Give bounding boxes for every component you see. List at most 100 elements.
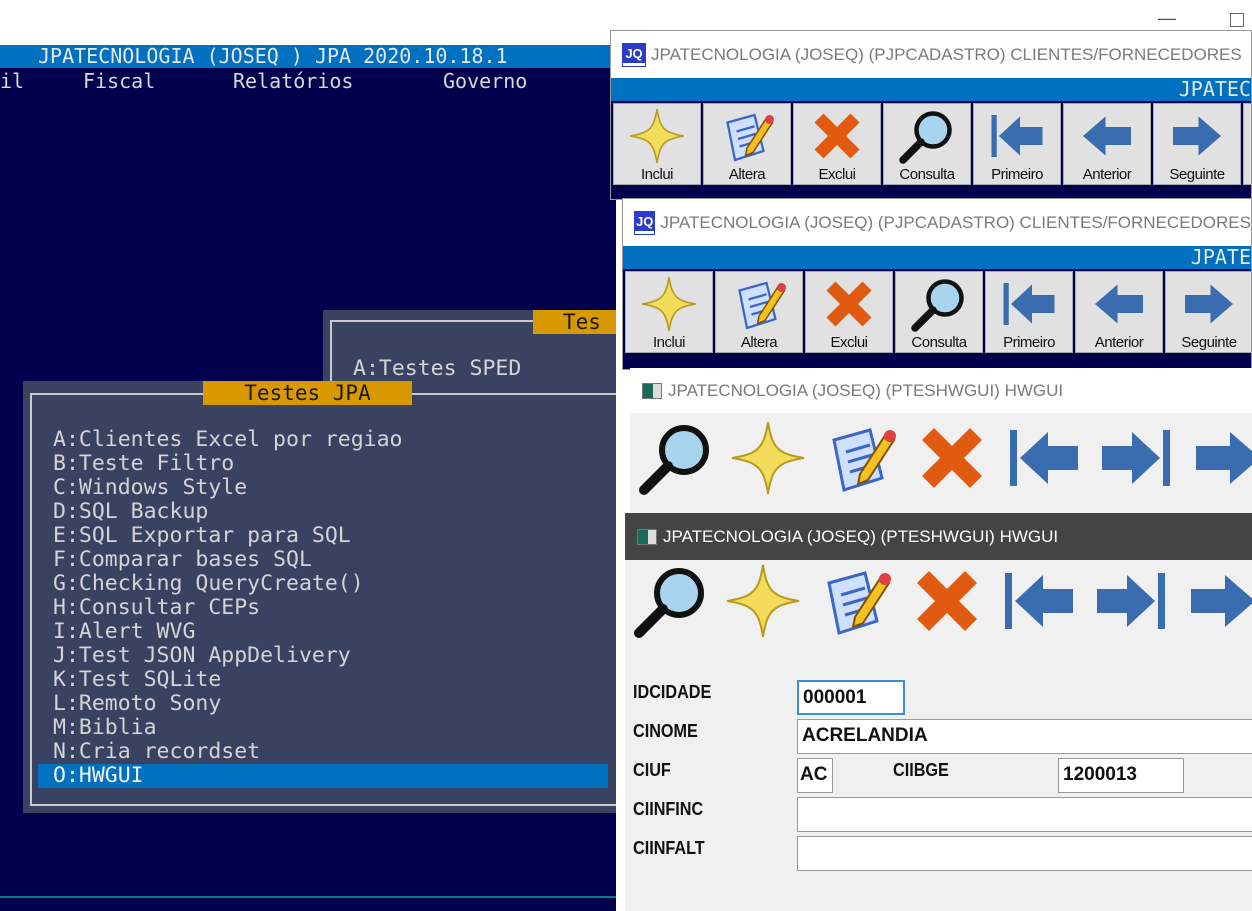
- delete-x-icon: [799, 106, 875, 166]
- menu-option[interactable]: J:Test JSON AppDelivery: [38, 644, 608, 668]
- menu-option[interactable]: B:Teste Filtro: [38, 452, 608, 476]
- arrow-right-icon[interactable]: [1188, 418, 1252, 498]
- app-icon: [642, 382, 662, 399]
- star-icon: [619, 106, 695, 166]
- app-logo-icon: JQ: [633, 210, 656, 235]
- status-divider: [0, 896, 616, 898]
- exclui-button[interactable]: Exclui: [793, 103, 881, 185]
- ciuf-input[interactable]: AC: [797, 758, 833, 793]
- anterior-button[interactable]: Anterior: [1075, 271, 1163, 353]
- button-label: Anterior: [1082, 166, 1132, 183]
- edit-document-icon: [709, 106, 785, 166]
- arrow-left-icon: [1081, 274, 1157, 334]
- menu-option[interactable]: F:Comparar bases SQL: [38, 548, 608, 572]
- arrow-left-icon: [1069, 106, 1145, 166]
- button-label: Seguinte: [1169, 166, 1225, 183]
- menu-item-governo[interactable]: Governo: [443, 68, 527, 94]
- menu-option[interactable]: H:Consultar CEPs: [38, 596, 608, 620]
- seguinte-button[interactable]: Seguinte: [1153, 103, 1241, 185]
- consulta-button[interactable]: Consulta: [895, 271, 983, 353]
- arrow-right-icon[interactable]: [1183, 561, 1252, 641]
- edit-document-icon: [721, 274, 797, 334]
- star-icon: [631, 274, 707, 334]
- last-record-icon[interactable]: [1091, 561, 1171, 641]
- magnifier-icon: [901, 274, 977, 334]
- inclui-button[interactable]: Inclui: [613, 103, 701, 185]
- window-title: JPATECNOLOGIA (JOSEQ) (PJPCADASTRO) CLIE…: [660, 212, 1251, 232]
- dialog-testes-back: Tes A:Testes SPED: [323, 310, 616, 400]
- app-icon: [637, 528, 657, 545]
- desktop-maximize-button[interactable]: [1230, 13, 1244, 27]
- menu-option[interactable]: M:Biblia: [38, 716, 608, 740]
- menu-item-fiscal[interactable]: Fiscal: [83, 68, 155, 94]
- window-banner: JPATE: [623, 246, 1251, 269]
- window-title: JPATECNOLOGIA (JOSEQ) (PTESHWGUI) HWGUI: [668, 380, 1064, 400]
- first-record-icon[interactable]: [999, 561, 1079, 641]
- window-titlebar[interactable]: JPATECNOLOGIA (JOSEQ) (PTESHWGUI) HWGUI: [625, 513, 1252, 560]
- inclui-button[interactable]: Inclui: [625, 271, 713, 353]
- button-label: Primeiro: [1003, 334, 1055, 351]
- menu-option[interactable]: I:Alert WVG: [38, 620, 608, 644]
- idcidade-input[interactable]: 000001: [797, 680, 905, 715]
- edit-document-icon[interactable]: [820, 418, 900, 498]
- menu-option[interactable]: A:Clientes Excel por regiao: [38, 428, 608, 452]
- menu-option[interactable]: C:Windows Style: [38, 476, 608, 500]
- magnifier-icon[interactable]: [636, 418, 716, 498]
- delete-x-icon[interactable]: [912, 418, 992, 498]
- button-label: Inclui: [640, 166, 674, 183]
- ciinfinc-input[interactable]: [797, 797, 1252, 832]
- ciibge-input[interactable]: 1200013: [1058, 758, 1184, 793]
- button-label: Altera: [728, 166, 766, 183]
- first-record-icon[interactable]: [1004, 418, 1084, 498]
- ciuf-label: CIUF: [633, 760, 671, 780]
- window-titlebar[interactable]: JPATECNOLOGIA (JOSEQ) (PTESHWGUI) HWGUI: [630, 368, 1252, 413]
- desktop-minimize-button[interactable]: —: [1158, 8, 1176, 29]
- arrow-right-icon: [1159, 106, 1235, 166]
- window-banner: JPATEC: [611, 78, 1251, 101]
- exclui-button[interactable]: Exclui: [805, 271, 893, 353]
- button-label: Consulta: [899, 166, 955, 183]
- toolbar-button-partial[interactable]: [1243, 103, 1251, 185]
- consulta-button[interactable]: Consulta: [883, 103, 971, 185]
- menu-option[interactable]: D:SQL Backup: [38, 500, 608, 524]
- menu-option[interactable]: E:SQL Exportar para SQL: [38, 524, 608, 548]
- window-title: JPATECNOLOGIA (JOSEQ) (PJPCADASTRO) CLIE…: [651, 44, 1242, 64]
- window-cadastro-1: JQ JPATECNOLOGIA (JOSEQ) (PJPCADASTRO) CL…: [610, 30, 1252, 200]
- delete-x-icon[interactable]: [907, 561, 987, 641]
- console-title: JPATECNOLOGIA (JOSEQ ) JPA 2020.10.18.1: [0, 45, 616, 68]
- dialog-title: Tes: [533, 310, 616, 334]
- anterior-button[interactable]: Anterior: [1063, 103, 1151, 185]
- altera-button[interactable]: Altera: [715, 271, 803, 353]
- window-titlebar[interactable]: JQ JPATECNOLOGIA (JOSEQ) (PJPCADASTRO) CL…: [611, 31, 1251, 78]
- star-icon[interactable]: [723, 561, 803, 641]
- menu-item-relatorios[interactable]: Relatórios: [233, 68, 353, 94]
- menu-item-partial[interactable]: il: [0, 68, 24, 94]
- button-label: Consulta: [911, 334, 967, 351]
- star-icon[interactable]: [728, 418, 808, 498]
- magnifier-icon[interactable]: [631, 561, 711, 641]
- button-label: Primeiro: [991, 166, 1043, 183]
- window-titlebar[interactable]: JQ JPATECNOLOGIA (JOSEQ) (PJPCADASTRO) CL…: [623, 199, 1251, 246]
- magnifier-icon: [889, 106, 965, 166]
- window-hwgui-1: JPATECNOLOGIA (JOSEQ) (PTESHWGUI) HWGUI: [630, 368, 1252, 518]
- primeiro-button[interactable]: Primeiro: [985, 271, 1073, 353]
- menu-option[interactable]: L:Remoto Sony: [38, 692, 608, 716]
- altera-button[interactable]: Altera: [703, 103, 791, 185]
- last-record-icon[interactable]: [1096, 418, 1176, 498]
- console-window: JPATECNOLOGIA (JOSEQ ) JPA 2020.10.18.1 …: [0, 45, 616, 911]
- button-label: Seguinte: [1181, 334, 1237, 351]
- menu-option[interactable]: O:HWGUI: [38, 764, 608, 788]
- menu-option[interactable]: N:Cria recordset: [38, 740, 608, 764]
- ciinfalt-label: CIINFALT: [633, 838, 705, 858]
- edit-document-icon[interactable]: [815, 561, 895, 641]
- ciinfalt-input[interactable]: [797, 836, 1252, 871]
- menu-option[interactable]: G:Checking QueryCreate(): [38, 572, 608, 596]
- idcidade-label: IDCIDADE: [633, 682, 712, 702]
- seguinte-button[interactable]: Seguinte: [1165, 271, 1251, 353]
- cinome-input[interactable]: ACRELANDIA: [797, 719, 1252, 754]
- arrow-right-icon: [1171, 274, 1247, 334]
- button-label: Exclui: [830, 334, 868, 351]
- menu-option[interactable]: A:Testes SPED: [338, 357, 521, 381]
- primeiro-button[interactable]: Primeiro: [973, 103, 1061, 185]
- menu-option[interactable]: K:Test SQLite: [38, 668, 608, 692]
